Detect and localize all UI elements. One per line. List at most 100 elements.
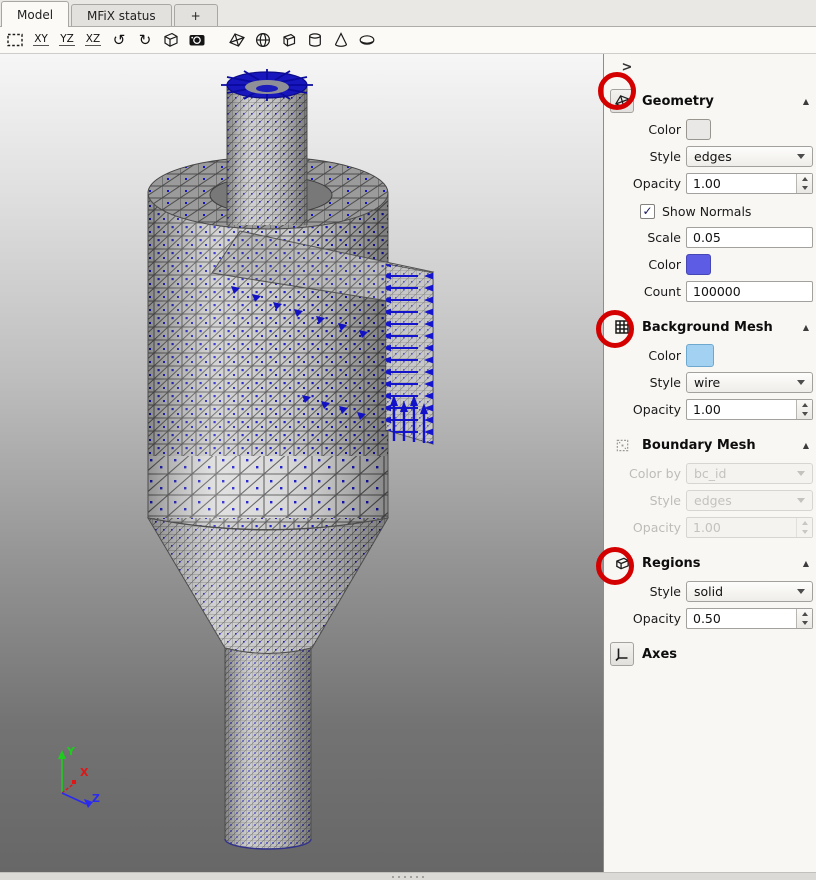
rotate-left-button[interactable]: ↺: [109, 30, 129, 50]
sphere-visibility-button[interactable]: [253, 30, 273, 50]
axis-z-label: Z: [92, 792, 100, 805]
normals-color-row: Color: [610, 254, 816, 275]
normals-scale-input[interactable]: 0.05: [686, 227, 813, 248]
tab-bar: Model MFiX status +: [0, 0, 816, 27]
boundary-mesh-collapse-arrow[interactable]: ▲: [803, 441, 809, 450]
xz-label: XZ: [85, 34, 101, 46]
torus-icon: [358, 31, 376, 49]
cylinder-icon: [306, 31, 324, 49]
axes-toggle-button[interactable]: [610, 642, 634, 666]
rotate-left-icon: ↺: [113, 33, 126, 48]
box-icon: [280, 31, 298, 49]
spin-up-button[interactable]: [797, 400, 812, 410]
background-mesh-toggle-button[interactable]: [610, 315, 634, 339]
spin-down-button[interactable]: [797, 619, 812, 629]
regions-collapse-arrow[interactable]: ▲: [803, 559, 809, 568]
boundary-mesh-toggle-button[interactable]: [610, 433, 634, 457]
spin-down-button[interactable]: [797, 410, 812, 420]
dashed-grid-icon: [615, 438, 630, 453]
boundary-mesh-opacity-row: Opacity 1.00: [610, 517, 816, 538]
section-boundary-mesh: Boundary Mesh ▲ Color by bc_id Style edg…: [610, 433, 816, 538]
dropdown-arrow-icon: [797, 498, 805, 503]
dropdown-arrow-icon: [797, 154, 805, 159]
spin-down-button[interactable]: [797, 184, 812, 194]
tab-mfix-status[interactable]: MFiX status: [71, 4, 172, 26]
show-normals-checkbox[interactable]: ✓: [640, 204, 655, 219]
section-background-mesh: Background Mesh ▲ Color Style wire Opaci…: [610, 315, 816, 420]
regions-toggle-button[interactable]: [610, 551, 634, 575]
background-mesh-color-row: Color: [610, 345, 816, 366]
geometry-opacity-spinbox[interactable]: 1.00: [686, 173, 813, 194]
torus-visibility-button[interactable]: [357, 30, 377, 50]
boundary-mesh-header: Boundary Mesh ▲: [610, 433, 816, 457]
visualization-panel: > Geometry ▲ Color Style: [604, 54, 816, 872]
screenshot-button[interactable]: [187, 30, 207, 50]
cyclone-model: Y X Z: [0, 54, 604, 872]
regions-opacity-row: Opacity 0.50: [610, 608, 816, 629]
background-mesh-style-row: Style wire: [610, 372, 816, 393]
view-xy-button[interactable]: XY: [31, 30, 51, 50]
axis-x-label: X: [80, 766, 89, 779]
perspective-cube-icon: [162, 31, 180, 49]
background-mesh-style-select[interactable]: wire: [686, 372, 813, 393]
geometry-collapse-arrow[interactable]: ▲: [803, 97, 809, 106]
show-normals-label: Show Normals: [662, 204, 751, 219]
boundary-mesh-color-by-row: Color by bc_id: [610, 463, 816, 484]
section-geometry: Geometry ▲ Color Style edges Opacity 1: [610, 89, 816, 302]
bottom-splitter-handle[interactable]: [0, 872, 816, 880]
normals-color-swatch[interactable]: [686, 254, 711, 275]
regions-style-row: Style solid: [610, 581, 816, 602]
perspective-button[interactable]: [161, 30, 181, 50]
tab-model[interactable]: Model: [1, 1, 69, 27]
camera-icon: [188, 31, 206, 49]
background-mesh-title: Background Mesh: [642, 320, 773, 335]
rotate-right-icon: ↻: [139, 33, 152, 48]
section-regions: Regions ▲ Style solid Opacity 0.50: [610, 551, 816, 629]
section-axes: Axes: [610, 642, 816, 666]
boundary-mesh-color-by-select: bc_id: [686, 463, 813, 484]
spin-up-button[interactable]: [797, 174, 812, 184]
dropdown-arrow-icon: [797, 471, 805, 476]
background-mesh-color-swatch[interactable]: [686, 344, 714, 367]
box-visibility-button[interactable]: [279, 30, 299, 50]
geometry-style-row: Style edges: [610, 146, 816, 167]
background-mesh-collapse-arrow[interactable]: ▲: [803, 323, 809, 332]
geometry-header: Geometry ▲: [610, 89, 816, 113]
background-mesh-opacity-row: Opacity 1.00: [610, 399, 816, 420]
dropdown-arrow-icon: [797, 589, 805, 594]
geometry-visibility-button[interactable]: [227, 30, 247, 50]
grid-icon: [614, 319, 630, 335]
normals-count-row: Count 100000: [610, 281, 816, 302]
xy-label: XY: [33, 34, 49, 46]
boundary-mesh-style-row: Style edges: [610, 490, 816, 511]
orientation-axes: Y X Z: [58, 745, 100, 808]
view-xz-button[interactable]: XZ: [83, 30, 103, 50]
regions-style-select[interactable]: solid: [686, 581, 813, 602]
fit-view-button[interactable]: [5, 30, 25, 50]
background-mesh-opacity-spinbox[interactable]: 1.00: [686, 399, 813, 420]
normals-count-input[interactable]: 100000: [686, 281, 813, 302]
show-normals-row: ✓ Show Normals: [640, 203, 816, 219]
view-yz-button[interactable]: YZ: [57, 30, 77, 50]
geometry-icon: [228, 31, 246, 49]
spin-up-button[interactable]: [797, 609, 812, 619]
geometry-opacity-row: Opacity 1.00: [610, 173, 816, 194]
normals-scale-row: Scale 0.05: [610, 227, 816, 248]
viewport-3d[interactable]: Y X Z: [0, 54, 604, 872]
regions-header: Regions ▲: [610, 551, 816, 575]
sphere-icon: [254, 31, 272, 49]
tab-new[interactable]: +: [174, 4, 218, 26]
yz-label: YZ: [59, 34, 75, 46]
regions-opacity-spinbox[interactable]: 0.50: [686, 608, 813, 629]
inlet-face: [386, 264, 433, 444]
cone-visibility-button[interactable]: [331, 30, 351, 50]
axes-title: Axes: [642, 647, 677, 662]
geometry-color-swatch[interactable]: [686, 119, 711, 140]
axis-y-label: Y: [66, 745, 76, 758]
rotate-right-button[interactable]: ↻: [135, 30, 155, 50]
geometry-toggle-button[interactable]: [610, 89, 634, 113]
cylinder-visibility-button[interactable]: [305, 30, 325, 50]
cyclone-cone: [148, 518, 388, 654]
geometry-style-select[interactable]: edges: [686, 146, 813, 167]
collapse-panel-button[interactable]: >: [619, 60, 635, 76]
